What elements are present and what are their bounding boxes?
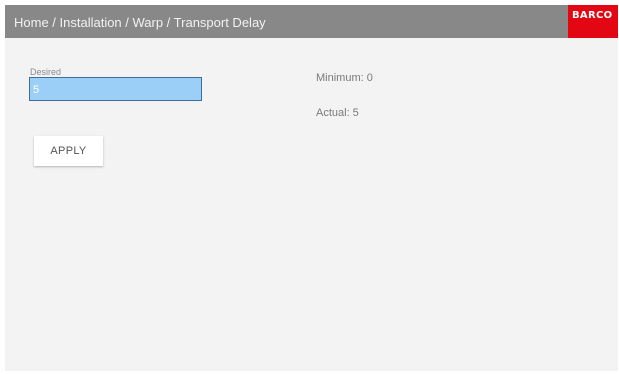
barco-logo: BARCO <box>568 5 618 38</box>
apply-button[interactable]: APPLY <box>34 136 103 166</box>
minimum-value: Minimum: 0 <box>316 72 373 84</box>
header-bar: Home / Installation / Warp / Transport D… <box>5 5 618 38</box>
actual-value: Actual: 5 <box>316 107 359 119</box>
desired-input[interactable] <box>29 77 202 101</box>
barco-logo-text: BARCO <box>572 10 613 21</box>
desired-label: Desired <box>30 67 62 77</box>
transport-delay-screen: Home / Installation / Warp / Transport D… <box>5 5 618 371</box>
breadcrumb: Home / Installation / Warp / Transport D… <box>14 15 266 30</box>
